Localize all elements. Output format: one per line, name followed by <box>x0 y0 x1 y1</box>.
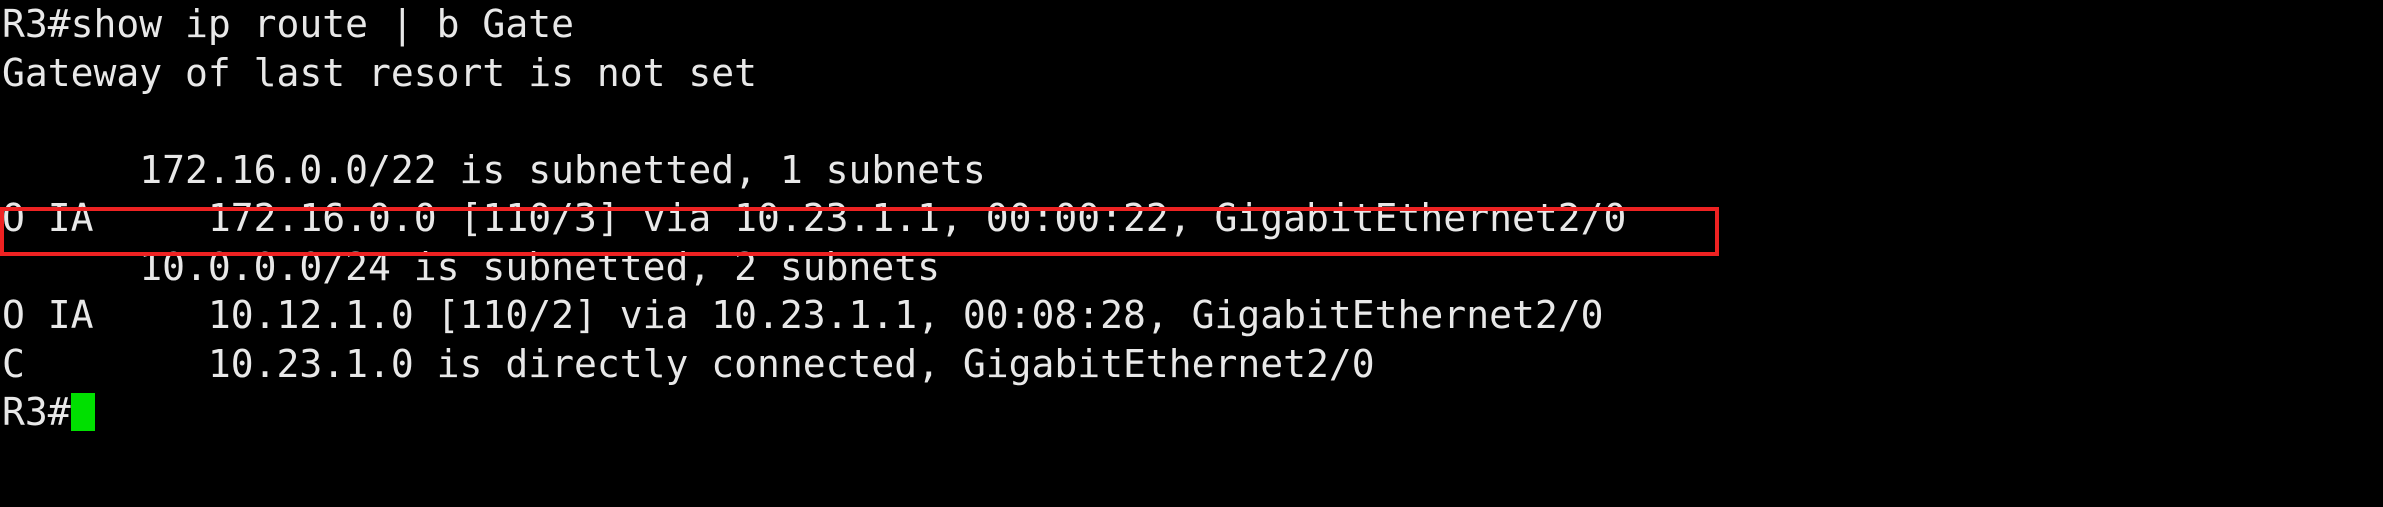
terminal-window[interactable]: R3#show ip route | b Gate Gateway of las… <box>0 0 2383 507</box>
terminal-prompt-line[interactable]: R3# <box>0 388 2383 437</box>
terminal-line-gateway-status: Gateway of last resort is not set <box>2 50 757 95</box>
terminal-line-route-10-12-1-0: O IA 10.12.1.0 [110/2] via 10.23.1.1, 00… <box>2 293 1604 337</box>
terminal-output: R3#show ip route | b Gate Gateway of las… <box>0 0 2383 437</box>
terminal-line-subnet-header-10: 10.0.0.0/24 is subnetted, 2 subnets <box>2 244 940 289</box>
terminal-line-command: R3#show ip route | b Gate <box>2 2 574 46</box>
terminal-line-route-172-16-0-0: O IA 172.16.0.0 [110/3] via 10.23.1.1, 0… <box>2 196 1627 240</box>
terminal-line-route-10-23-1-0: C 10.23.1.0 is directly connected, Gigab… <box>2 341 1375 386</box>
terminal-line-subnet-header-172: 172.16.0.0/22 is subnetted, 1 subnets <box>2 147 986 192</box>
cursor-block <box>70 393 95 431</box>
prompt-text: R3# <box>2 390 71 434</box>
